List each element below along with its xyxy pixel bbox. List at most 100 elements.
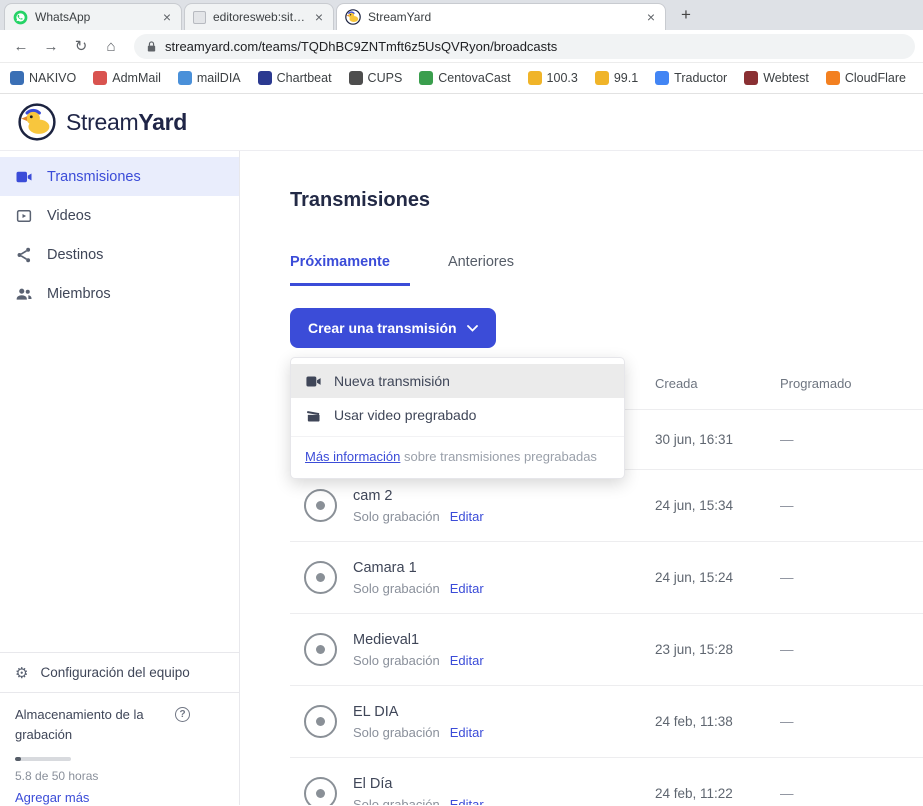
scheduled-cell: — xyxy=(780,432,923,447)
edit-link[interactable]: Editar xyxy=(450,653,484,668)
edit-link[interactable]: Editar xyxy=(450,509,484,524)
tab-whatsapp[interactable]: WhatsApp × xyxy=(4,3,182,30)
storage-progress-bar xyxy=(15,757,71,761)
bookmark-admmail[interactable]: AdmMail xyxy=(93,71,161,85)
bookmarks-bar: NAKIVO AdmMail mailDIA Chartbeat CUPS Ce… xyxy=(0,63,923,94)
broadcast-mode: Solo grabación xyxy=(353,653,440,668)
page-icon xyxy=(193,11,206,24)
sidebar-item-miembros[interactable]: Miembros xyxy=(0,274,239,313)
broadcast-tabs: Próximamente Anteriores xyxy=(290,254,923,286)
team-settings-button[interactable]: ⚙ Configuración del equipo xyxy=(0,652,239,692)
forward-icon[interactable]: → xyxy=(38,38,64,55)
close-icon[interactable]: × xyxy=(161,9,173,25)
help-icon[interactable]: ? xyxy=(175,707,190,722)
streamyard-duck-icon xyxy=(345,9,361,25)
broadcast-mode: Solo grabación xyxy=(353,509,440,524)
tab-title: WhatsApp xyxy=(35,10,154,24)
record-icon xyxy=(304,777,337,805)
created-cell: 24 feb, 11:38 xyxy=(655,714,780,729)
sidebar: Transmisiones Videos Destinos Miembros ⚙… xyxy=(0,151,240,805)
storage-usage: 5.8 de 50 horas xyxy=(15,769,223,783)
sidebar-item-transmisiones[interactable]: Transmisiones xyxy=(0,157,239,196)
tab-title: StreamYard xyxy=(368,10,638,24)
new-tab-button[interactable]: + xyxy=(668,5,704,25)
tab-streamyard[interactable]: StreamYard × xyxy=(336,3,666,30)
bookmark-traductor[interactable]: Traductor xyxy=(655,71,727,85)
broadcast-mode: Solo grabación xyxy=(353,581,440,596)
create-broadcast-menu: Nueva transmisión Usar video pregrabado … xyxy=(290,357,625,479)
tab-editoresweb[interactable]: editoresweb:sitioweb:eldia.co × xyxy=(184,3,334,30)
bookmark-nakivo[interactable]: NAKIVO xyxy=(10,71,76,85)
main-content: Transmisiones Próximamente Anteriores Cr… xyxy=(240,151,923,805)
column-header-created: Creada xyxy=(655,376,780,391)
scheduled-cell: — xyxy=(780,786,923,801)
storage-section: Almacenamiento de la grabación ? 5.8 de … xyxy=(0,692,239,805)
record-icon xyxy=(304,561,337,594)
table-row[interactable]: Camara 1 Solo grabaciónEditar 24 jun, 15… xyxy=(290,542,923,614)
bookmark-centovacast[interactable]: CentovaCast xyxy=(419,71,510,85)
scheduled-cell: — xyxy=(780,498,923,513)
create-broadcast-button[interactable]: Crear una transmisión xyxy=(290,308,496,348)
table-row[interactable]: Medieval1 Solo grabaciónEditar 23 jun, 1… xyxy=(290,614,923,686)
more-info-link[interactable]: Más información xyxy=(305,449,400,464)
scheduled-cell: — xyxy=(780,714,923,729)
camera-icon xyxy=(305,373,322,390)
whatsapp-icon xyxy=(13,10,28,25)
broadcast-title: El Día xyxy=(353,776,484,792)
address-bar[interactable]: streamyard.com/teams/TQDhBC9ZNTmft6z5UsQ… xyxy=(134,34,915,59)
created-cell: 24 jun, 15:34 xyxy=(655,498,780,513)
column-header-scheduled: Programado xyxy=(780,376,923,391)
scheduled-cell: — xyxy=(780,642,923,657)
edit-link[interactable]: Editar xyxy=(450,797,484,806)
chevron-down-icon xyxy=(467,325,478,332)
menu-item-nueva-transmision[interactable]: Nueva transmisión xyxy=(291,364,624,398)
bookmark-favicon xyxy=(419,71,433,85)
page-title: Transmisiones xyxy=(290,189,923,212)
table-row[interactable]: cam 2 Solo grabaciónEditar 24 jun, 15:34… xyxy=(290,470,923,542)
bookmark-maildia[interactable]: mailDIA xyxy=(178,71,241,85)
browser-tab-strip: WhatsApp × editoresweb:sitioweb:eldia.co… xyxy=(0,0,923,30)
table-row[interactable]: El Día Solo grabaciónEditar 24 feb, 11:2… xyxy=(290,758,923,805)
bookmark-favicon xyxy=(744,71,758,85)
streamyard-wordmark[interactable]: StreamYard xyxy=(66,109,187,136)
tab-proximamente[interactable]: Próximamente xyxy=(290,254,410,286)
sidebar-bottom: ⚙ Configuración del equipo Almacenamient… xyxy=(0,652,239,805)
bookmark-favicon xyxy=(93,71,107,85)
back-icon[interactable]: ← xyxy=(8,38,34,55)
broadcast-mode: Solo grabación xyxy=(353,725,440,740)
reload-icon[interactable]: ↻ xyxy=(68,37,94,55)
close-icon[interactable]: × xyxy=(313,9,325,25)
close-icon[interactable]: × xyxy=(645,9,657,25)
record-icon xyxy=(304,489,337,522)
bookmark-favicon xyxy=(655,71,669,85)
storage-progress-fill xyxy=(15,757,21,761)
sidebar-item-destinos[interactable]: Destinos xyxy=(0,235,239,274)
bookmark-cups[interactable]: CUPS xyxy=(349,71,403,85)
bookmark-favicon xyxy=(595,71,609,85)
add-more-link[interactable]: Agregar más xyxy=(15,790,89,805)
bookmark-chartbeat[interactable]: Chartbeat xyxy=(258,71,332,85)
sidebar-item-videos[interactable]: Videos xyxy=(0,196,239,235)
table-row[interactable]: EL DIA Solo grabación Editar 24 feb, 11:3… xyxy=(290,686,923,758)
bookmark-favicon xyxy=(349,71,363,85)
scheduled-cell: — xyxy=(780,570,923,585)
share-icon xyxy=(15,246,33,264)
broadcast-title: EL DIA xyxy=(353,704,484,720)
streamyard-header: StreamYard xyxy=(0,94,923,151)
menu-item-video-pregrabado[interactable]: Usar video pregrabado xyxy=(291,398,624,432)
bookmark-100-3[interactable]: 100.3 xyxy=(528,71,578,85)
home-icon[interactable]: ⌂ xyxy=(98,38,124,55)
bookmark-cloudflare[interactable]: CloudFlare xyxy=(826,71,906,85)
prerecorded-info: Más información sobre transmisiones preg… xyxy=(291,436,624,478)
edit-link[interactable]: Editar xyxy=(450,581,484,596)
streamyard-logo-icon[interactable] xyxy=(18,103,56,141)
bookmark-99-1[interactable]: 99.1 xyxy=(595,71,638,85)
storage-label: Almacenamiento de la grabación xyxy=(15,705,167,744)
tab-anteriores[interactable]: Anteriores xyxy=(448,254,514,286)
lock-icon xyxy=(146,40,157,53)
edit-link[interactable]: Editar xyxy=(450,725,484,740)
url-text: streamyard.com/teams/TQDhBC9ZNTmft6z5UsQ… xyxy=(165,39,557,54)
broadcast-title: Camara 1 xyxy=(353,560,484,576)
bookmark-favicon xyxy=(178,71,192,85)
bookmark-webtest[interactable]: Webtest xyxy=(744,71,809,85)
